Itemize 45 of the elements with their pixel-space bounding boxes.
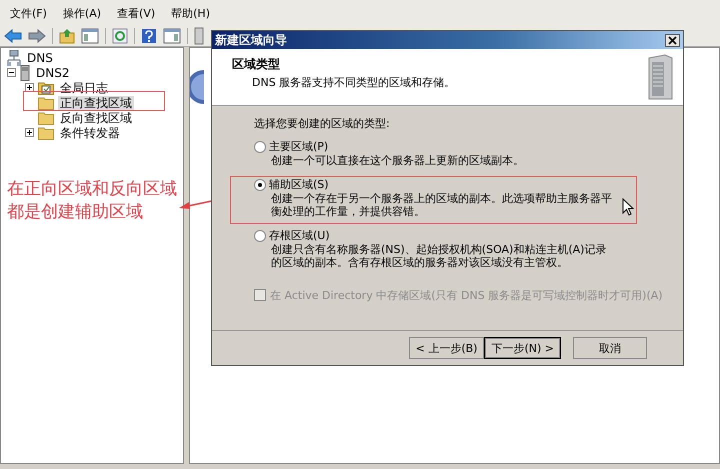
pane-icon[interactable] bbox=[163, 28, 181, 44]
network-icon bbox=[7, 50, 21, 66]
option-description: 创建一个存在于另一个服务器上的区域的副本。此选项帮助主服务器平衡处理的工作量，并提供容错。 bbox=[270, 192, 613, 218]
menu-item[interactable]: 操作(A) bbox=[60, 6, 104, 20]
option-description: 创建一个可以直接在这个服务器上更新的区域副本。 bbox=[270, 154, 525, 167]
pane-icon[interactable] bbox=[81, 28, 99, 44]
menu-item[interactable]: 文件(F) bbox=[8, 6, 49, 20]
radio-button[interactable] bbox=[254, 178, 266, 190]
log-folder-icon bbox=[38, 80, 54, 94]
folder-icon bbox=[38, 110, 54, 124]
dialog-title: 新建区域向导 bbox=[215, 32, 287, 48]
radio-label[interactable]: 主要区域(P) bbox=[269, 139, 328, 154]
close-icon[interactable] bbox=[665, 34, 680, 46]
menu-item[interactable]: 帮助(H) bbox=[169, 6, 212, 20]
mouse-cursor-icon bbox=[622, 198, 634, 216]
wizard-button[interactable]: 下一步(N) > bbox=[484, 337, 561, 359]
folder-icon bbox=[38, 96, 54, 110]
wizard-button[interactable]: 取消 bbox=[573, 337, 647, 359]
tree-item[interactable]: 正向查找区域 bbox=[58, 96, 134, 110]
tree-item[interactable]: DNS2 bbox=[34, 66, 72, 80]
page-subtitle: DNS 服务器支持不同类型的区域和存储。 bbox=[251, 75, 456, 90]
wizard-button[interactable]: < 上一步(B) bbox=[408, 337, 484, 359]
page-heading: 区域类型 bbox=[232, 56, 281, 73]
option-description: 创建只含有名称服务器(NS)、起始授权机构(SOA)和粘连主机(A)记录的区域的副本。含有存根区域的服务器对该区域没有主管权。 bbox=[270, 243, 608, 269]
annotation-text: 在正向区域和反向区域 都是创建辅助区域 bbox=[7, 178, 177, 224]
tree-item[interactable]: DNS bbox=[25, 50, 55, 64]
forward-arrow-icon[interactable] bbox=[28, 29, 46, 43]
expander-icon[interactable] bbox=[25, 83, 34, 92]
expander-icon[interactable] bbox=[25, 128, 34, 137]
folder-up-icon[interactable] bbox=[59, 28, 75, 44]
server-icon[interactable] bbox=[194, 27, 204, 45]
expander-icon[interactable] bbox=[7, 68, 16, 77]
refresh-icon[interactable] bbox=[112, 28, 128, 44]
radio-label[interactable]: 辅助区域(S) bbox=[269, 177, 329, 192]
radio-button[interactable] bbox=[254, 230, 266, 242]
tree-item[interactable]: 反向查找区域 bbox=[58, 110, 134, 124]
radio-button[interactable] bbox=[254, 140, 266, 152]
menu-item[interactable]: 查看(V) bbox=[115, 6, 158, 20]
prompt-text: 选择您要创建的区域的类型: bbox=[254, 116, 390, 131]
server-icon bbox=[20, 64, 30, 80]
back-arrow-icon[interactable] bbox=[4, 29, 22, 43]
radio-label[interactable]: 存根区域(U) bbox=[269, 228, 330, 243]
tree-item[interactable]: 条件转发器 bbox=[58, 126, 122, 140]
folder-icon bbox=[38, 126, 54, 140]
help-icon[interactable] bbox=[141, 28, 157, 44]
